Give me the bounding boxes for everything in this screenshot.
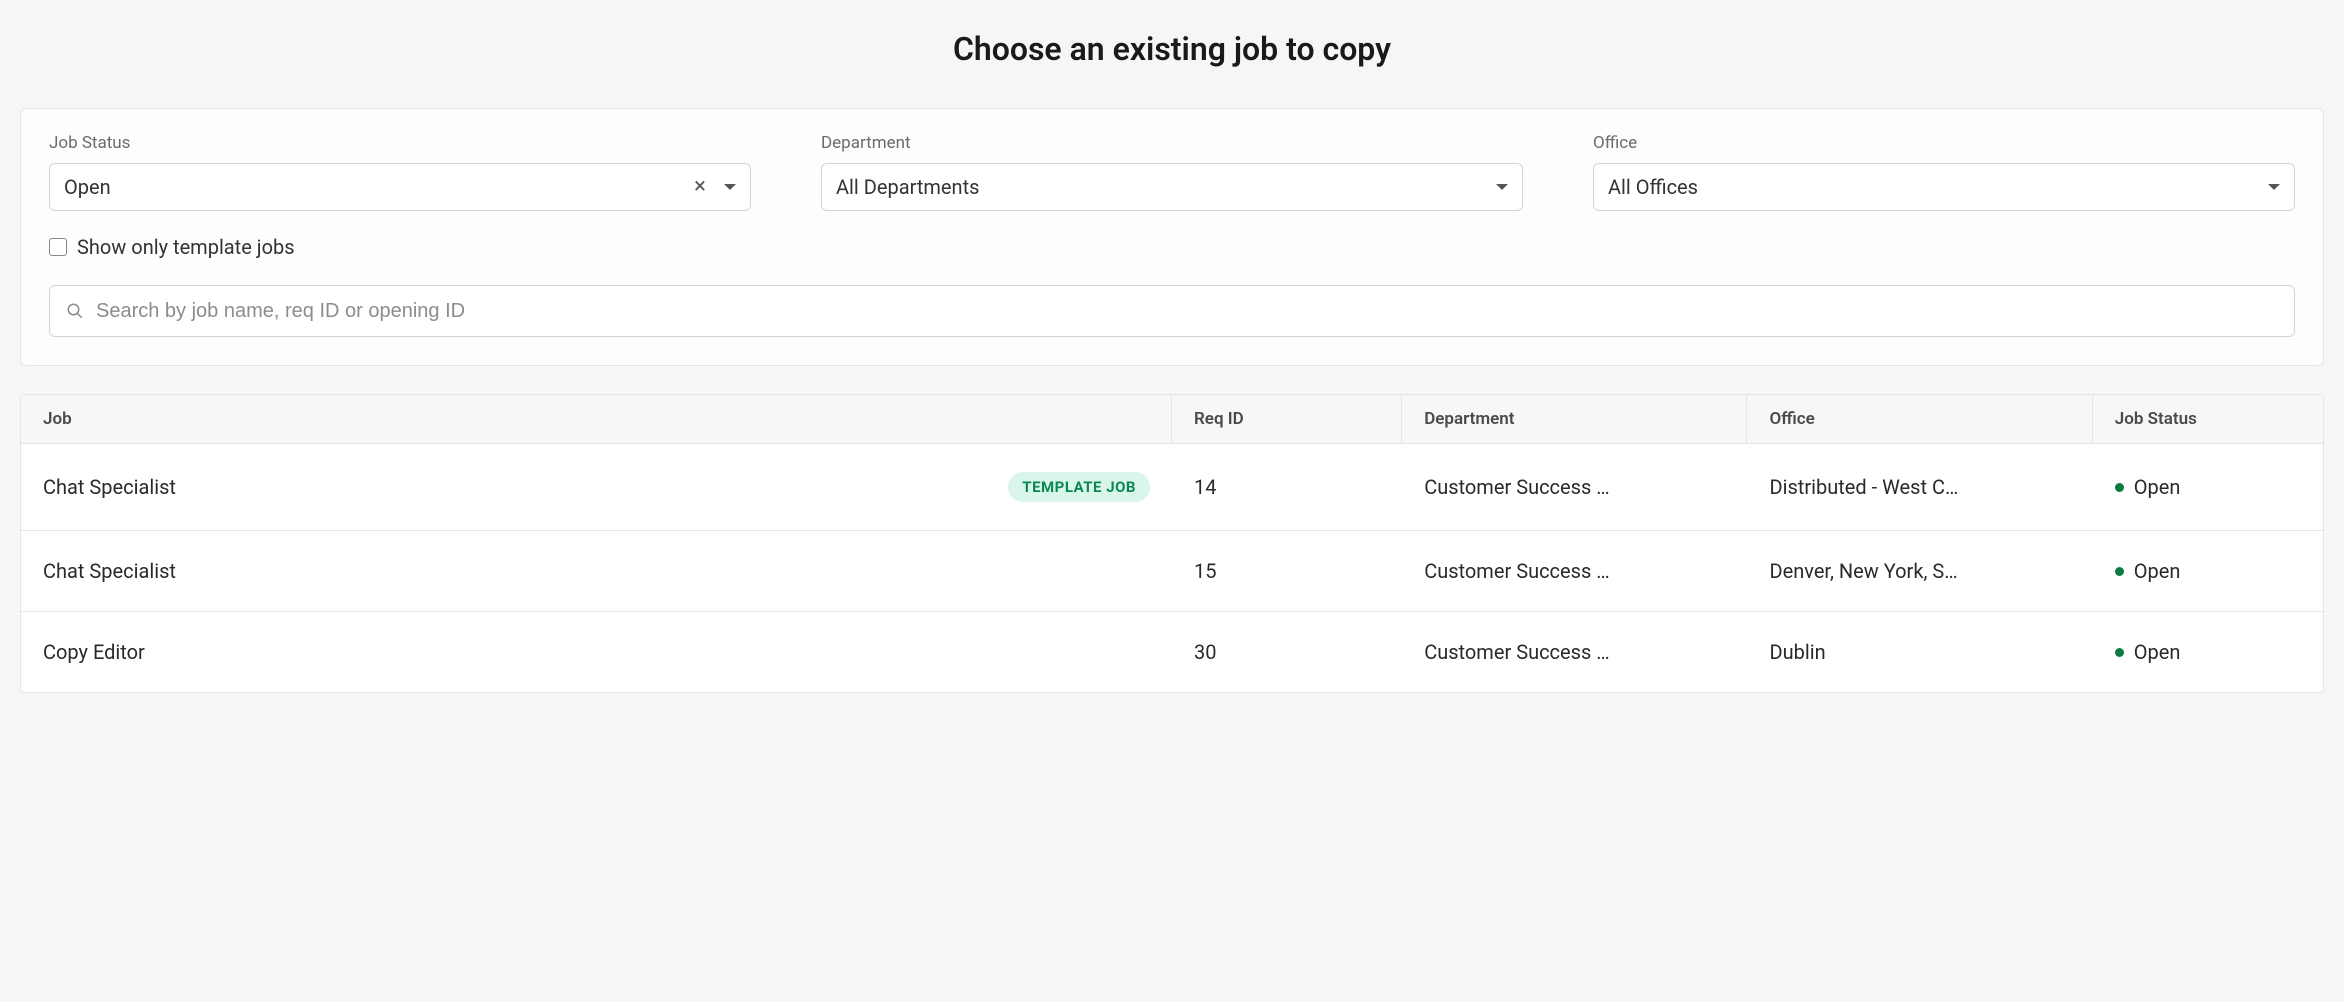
department-value: All Departments xyxy=(836,175,1508,199)
status-dot-icon xyxy=(2115,567,2124,576)
job-name: Copy Editor xyxy=(43,640,1150,664)
job-status-cell: Open xyxy=(2093,531,2323,611)
department-filter: Department All Departments xyxy=(821,133,1523,211)
job-name: Chat Specialist xyxy=(43,559,1150,583)
search-icon xyxy=(66,302,84,320)
template-jobs-checkbox-label: Show only template jobs xyxy=(77,235,295,259)
column-header-req-id[interactable]: Req ID xyxy=(1172,395,1402,443)
department-value: Customer Success … xyxy=(1424,559,1609,583)
chevron-down-icon xyxy=(2268,184,2280,190)
search-input[interactable] xyxy=(96,300,2278,323)
req-id-value: 14 xyxy=(1194,475,1216,499)
req-id-cell: 30 xyxy=(1172,612,1402,692)
status-text: Open xyxy=(2134,559,2181,583)
table-row[interactable]: Chat Specialist 15 Customer Success … Denve… xyxy=(21,531,2323,612)
department-value: Customer Success … xyxy=(1424,640,1609,664)
req-id-value: 30 xyxy=(1194,640,1216,664)
table-row[interactable]: Chat Specialist TEMPLATE JOB 14 Customer Su… xyxy=(21,444,2323,531)
search-wrapper[interactable] xyxy=(49,285,2295,337)
status-badge: Open xyxy=(2115,559,2181,583)
office-value: Distributed - West C… xyxy=(1769,475,1958,499)
table-header: Job Req ID Department Office Job Status xyxy=(21,395,2323,444)
department-cell: Customer Success … xyxy=(1402,444,1747,530)
template-jobs-checkbox[interactable] xyxy=(49,238,67,256)
req-id-value: 15 xyxy=(1194,559,1216,583)
req-id-cell: 14 xyxy=(1172,444,1402,530)
chevron-down-icon xyxy=(724,184,736,190)
job-status-cell: Open xyxy=(2093,612,2323,692)
status-badge: Open xyxy=(2115,475,2181,499)
column-header-job-status[interactable]: Job Status xyxy=(2093,395,2323,443)
jobs-table: Job Req ID Department Office Job Status … xyxy=(20,394,2324,693)
office-cell: Denver, New York, S… xyxy=(1747,531,2092,611)
office-filter: Office All Offices xyxy=(1593,133,2295,211)
filter-row: Job Status Open × Department All Departm… xyxy=(49,133,2295,211)
page-title: Choose an existing job to copy xyxy=(20,30,2324,68)
office-value: All Offices xyxy=(1608,175,2280,199)
job-status-cell: Open xyxy=(2093,444,2323,530)
req-id-cell: 15 xyxy=(1172,531,1402,611)
job-status-value: Open xyxy=(64,175,682,199)
job-status-filter: Job Status Open × xyxy=(49,133,751,211)
table-body: Chat Specialist TEMPLATE JOB 14 Customer Su… xyxy=(21,444,2323,692)
department-value: Customer Success … xyxy=(1424,475,1609,499)
status-text: Open xyxy=(2134,475,2181,499)
status-dot-icon xyxy=(2115,648,2124,657)
department-label: Department xyxy=(821,133,1523,153)
template-jobs-checkbox-row[interactable]: Show only template jobs xyxy=(49,235,2295,259)
job-status-select[interactable]: Open × xyxy=(49,163,751,211)
table-row[interactable]: Copy Editor 30 Customer Success … Dublin Ope… xyxy=(21,612,2323,692)
office-value: Denver, New York, S… xyxy=(1769,559,1957,583)
column-header-office[interactable]: Office xyxy=(1747,395,2092,443)
office-value: Dublin xyxy=(1769,640,1825,664)
office-cell: Dublin xyxy=(1747,612,2092,692)
office-cell: Distributed - West C… xyxy=(1747,444,2092,530)
department-cell: Customer Success … xyxy=(1402,612,1747,692)
job-name: Chat Specialist xyxy=(43,475,996,499)
office-label: Office xyxy=(1593,133,2295,153)
filter-panel: Job Status Open × Department All Departm… xyxy=(20,108,2324,366)
clear-icon[interactable]: × xyxy=(690,176,710,198)
template-job-badge: TEMPLATE JOB xyxy=(1008,472,1150,502)
status-text: Open xyxy=(2134,640,2181,664)
status-dot-icon xyxy=(2115,483,2124,492)
office-select[interactable]: All Offices xyxy=(1593,163,2295,211)
column-header-job[interactable]: Job xyxy=(21,395,1172,443)
chevron-down-icon xyxy=(1496,184,1508,190)
job-cell: Chat Specialist TEMPLATE JOB xyxy=(21,444,1172,530)
job-cell: Chat Specialist xyxy=(21,531,1172,611)
column-header-department[interactable]: Department xyxy=(1402,395,1747,443)
department-select[interactable]: All Departments xyxy=(821,163,1523,211)
job-status-label: Job Status xyxy=(49,133,751,153)
job-cell: Copy Editor xyxy=(21,612,1172,692)
department-cell: Customer Success … xyxy=(1402,531,1747,611)
status-badge: Open xyxy=(2115,640,2181,664)
